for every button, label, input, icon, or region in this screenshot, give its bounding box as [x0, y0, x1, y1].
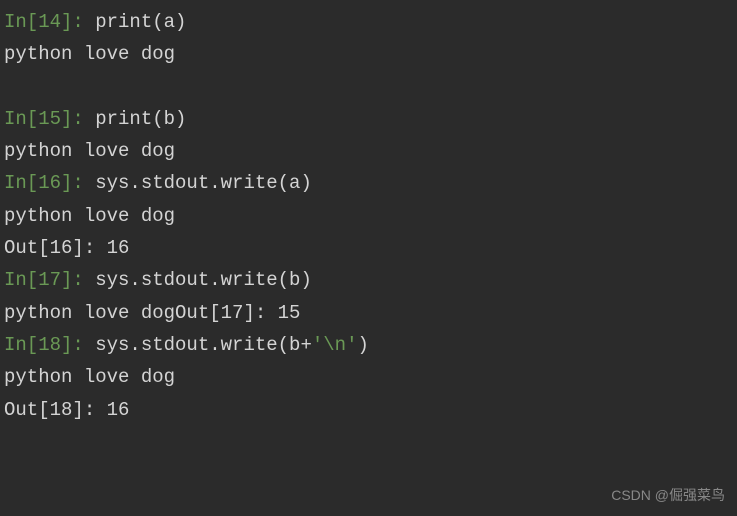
out-prompt-17: Out[17]: [175, 302, 278, 324]
code-14: print(a) [95, 11, 186, 33]
cell-17-output-inline: python love dogOut[17]: 15 [4, 297, 733, 329]
in-prompt-16: In[16]: [4, 172, 95, 194]
code-18-pre: sys.stdout.write(b+ [95, 334, 312, 356]
code-18-post: ) [357, 334, 368, 356]
cell-15-output: python love dog [4, 135, 733, 167]
out-prompt-16: Out[16]: [4, 237, 107, 259]
cell-14-output: python love dog [4, 38, 733, 70]
inline-output-17: python love dog [4, 302, 175, 324]
code-15: print(b) [95, 108, 186, 130]
code-17: sys.stdout.write(b) [95, 269, 312, 291]
blank-line [4, 71, 733, 103]
cell-16-input[interactable]: In[16]: sys.stdout.write(a) [4, 167, 733, 199]
in-prompt-18: In[18]: [4, 334, 95, 356]
out-value-16: 16 [107, 237, 130, 259]
cell-18-input[interactable]: In[18]: sys.stdout.write(b+'\n') [4, 329, 733, 361]
cell-16-output: python love dog [4, 200, 733, 232]
cell-16-out: Out[16]: 16 [4, 232, 733, 264]
watermark: CSDN @倔强菜鸟 [611, 484, 725, 508]
in-prompt-17: In[17]: [4, 269, 95, 291]
cell-14-input[interactable]: In[14]: print(a) [4, 6, 733, 38]
in-prompt-15: In[15]: [4, 108, 95, 130]
cell-15-input[interactable]: In[15]: print(b) [4, 103, 733, 135]
cell-18-out: Out[18]: 16 [4, 394, 733, 426]
code-18-str: '\n' [312, 334, 358, 356]
cell-17-input[interactable]: In[17]: sys.stdout.write(b) [4, 264, 733, 296]
out-value-18: 16 [107, 399, 130, 421]
code-16: sys.stdout.write(a) [95, 172, 312, 194]
cell-18-output: python love dog [4, 361, 733, 393]
out-prompt-18: Out[18]: [4, 399, 107, 421]
out-value-17: 15 [278, 302, 301, 324]
in-prompt-14: In[14]: [4, 11, 95, 33]
